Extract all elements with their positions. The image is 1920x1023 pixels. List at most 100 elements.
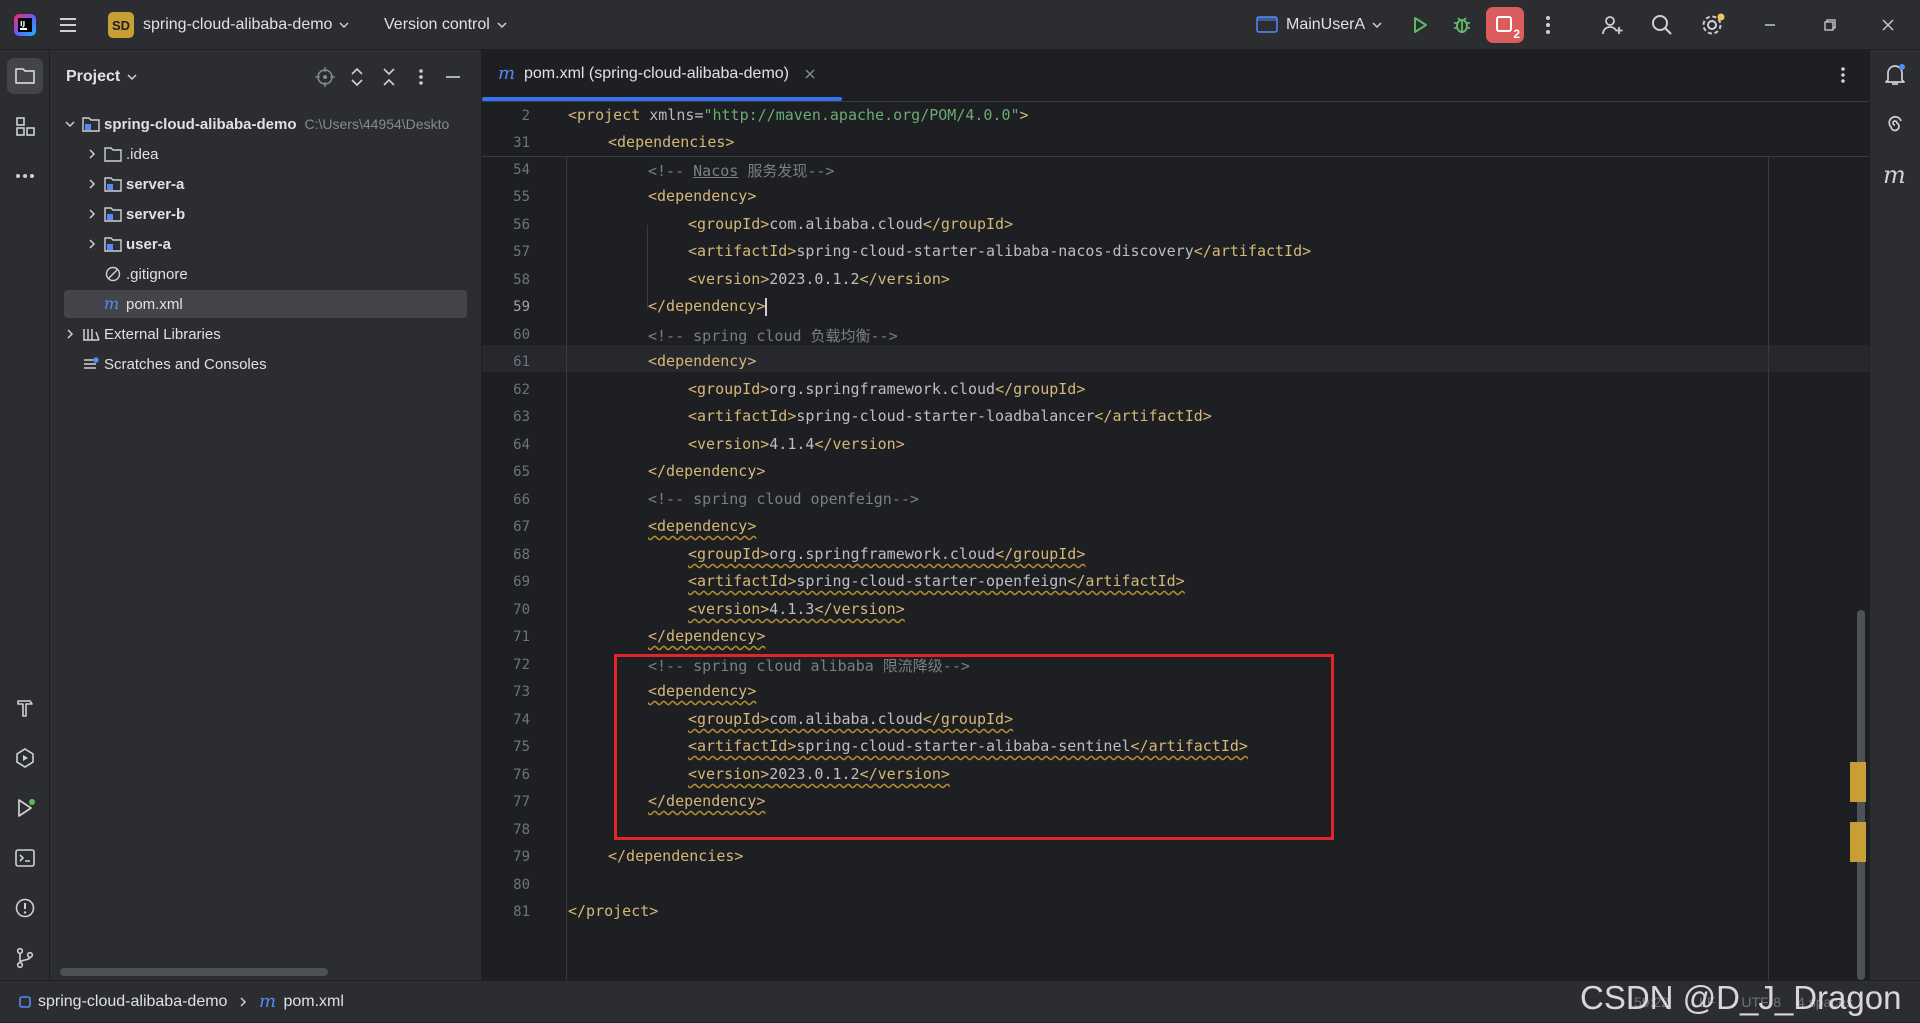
- collapse-all-button[interactable]: [378, 66, 400, 88]
- bug-icon: [1454, 17, 1470, 33]
- editor-area: m pom.xml (spring-cloud-alibaba-demo) 2 3…: [482, 50, 1869, 980]
- panel-options-button[interactable]: [410, 66, 432, 88]
- warning-marker[interactable]: [1850, 762, 1866, 802]
- version-control-menu[interactable]: Version control: [384, 0, 508, 50]
- expand-all-icon: [351, 67, 363, 87]
- tree-item-idea[interactable]: .idea: [64, 140, 467, 168]
- project-view-selector[interactable]: Project: [66, 50, 138, 104]
- run-button[interactable]: [1402, 0, 1438, 50]
- line-number: 67: [513, 519, 530, 535]
- more-tools-button[interactable]: [7, 158, 43, 194]
- run-config-selector[interactable]: MainUserA: [1256, 0, 1383, 50]
- code-line-65: </dependency>: [648, 462, 766, 480]
- hammer-icon: [17, 700, 33, 717]
- services-tool-button[interactable]: [7, 740, 43, 776]
- tab-pom-xml[interactable]: m pom.xml (spring-cloud-alibaba-demo): [482, 50, 842, 101]
- git-tool-button[interactable]: [7, 940, 43, 976]
- chevron-right-icon: [89, 239, 96, 249]
- line-number: 2: [521, 108, 530, 124]
- tree-item-server-b[interactable]: server-b: [64, 200, 467, 228]
- project-panel: Project spring-cloud-alibaba-demo C:\Use…: [50, 50, 482, 980]
- tab-options-button[interactable]: [1833, 64, 1853, 86]
- horizontal-scrollbar[interactable]: [60, 968, 328, 976]
- line-number: 61: [513, 354, 530, 370]
- run-tool-button[interactable]: [7, 790, 43, 826]
- line-number: 62: [513, 382, 530, 398]
- line-number: 74: [513, 712, 530, 728]
- watermark: CSDN @D_J_Dragon: [1580, 979, 1902, 1016]
- line-number: 58: [513, 272, 530, 288]
- services-button[interactable]: 2: [1486, 0, 1524, 50]
- line-number: 65: [513, 464, 530, 480]
- module-folder-icon: [104, 237, 122, 252]
- chevron-right-icon: [240, 997, 247, 1007]
- structure-tool-button[interactable]: [7, 108, 43, 144]
- line-number: 71: [513, 629, 530, 645]
- line-number: 72: [513, 657, 530, 673]
- tree-item-server-a[interactable]: server-a: [64, 170, 467, 198]
- ai-assistant-button[interactable]: [1882, 112, 1908, 138]
- application-icon: [1256, 16, 1278, 33]
- debug-button[interactable]: [1444, 0, 1480, 50]
- bell-icon: [1885, 64, 1905, 85]
- title-bar: IJ SD spring-cloud-alibaba-demo Version …: [0, 0, 1920, 50]
- expand-all-button[interactable]: [346, 66, 368, 88]
- tree-item-user-a[interactable]: user-a: [64, 230, 467, 258]
- breadcrumb-project[interactable]: spring-cloud-alibaba-demo: [38, 993, 227, 1011]
- code-line-69: <artifactId>spring-cloud-starter-openfei…: [688, 572, 1185, 590]
- line-number: 77: [513, 794, 530, 810]
- play-icon: [1414, 17, 1427, 33]
- code-line-62: <groupId>org.springframework.cloud</grou…: [688, 380, 1086, 398]
- code-with-me-button[interactable]: [1600, 0, 1624, 50]
- maven-tool-button[interactable]: m: [1882, 162, 1908, 188]
- tree-item-label: pom.xml: [126, 295, 183, 313]
- main-menu-button[interactable]: [56, 0, 80, 50]
- gear-icon: [1702, 13, 1725, 35]
- tree-root-project[interactable]: spring-cloud-alibaba-demo C:\Users\44954…: [64, 110, 467, 138]
- svg-text:m: m: [259, 993, 276, 1011]
- text-caret: [765, 297, 768, 316]
- line-number: 57: [513, 244, 530, 260]
- problems-tool-button[interactable]: [7, 890, 43, 926]
- minimize-window-button[interactable]: [1762, 0, 1778, 50]
- project-tool-button[interactable]: [7, 58, 43, 94]
- close-window-button[interactable]: [1880, 0, 1896, 50]
- folder-icon: [15, 68, 35, 84]
- restore-window-button[interactable]: [1822, 0, 1838, 50]
- locate-file-button[interactable]: [314, 66, 336, 88]
- line-number: 54: [513, 162, 530, 178]
- chevron-right-icon: [89, 179, 96, 189]
- ide-logo-icon[interactable]: IJ: [12, 0, 38, 50]
- search-button[interactable]: [1650, 0, 1674, 50]
- maven-icon: m: [498, 65, 515, 83]
- tree-item-scratches[interactable]: Scratches and Consoles: [64, 350, 467, 378]
- close-tab-icon[interactable]: [803, 67, 817, 81]
- maven-icon: m: [104, 296, 119, 312]
- spiral-icon: [1888, 115, 1902, 132]
- tree-item-gitignore[interactable]: .gitignore: [64, 260, 467, 288]
- project-switcher[interactable]: SD spring-cloud-alibaba-demo: [108, 0, 350, 50]
- settings-button[interactable]: [1700, 0, 1726, 50]
- restore-icon: [1824, 19, 1836, 31]
- code-line-81: </project>: [568, 902, 659, 920]
- code-line-60: <!-- spring cloud 负载均衡-->: [648, 327, 898, 345]
- notifications-button[interactable]: [1882, 62, 1908, 88]
- more-actions-button[interactable]: [1538, 0, 1558, 50]
- chevron-down-icon: [339, 22, 349, 29]
- tree-item-pom-xml[interactable]: m pom.xml: [64, 290, 467, 318]
- breadcrumb-file[interactable]: pom.xml: [283, 993, 343, 1011]
- build-tool-button[interactable]: [7, 690, 43, 726]
- run-tool-icon: [18, 799, 35, 817]
- hide-panel-button[interactable]: [442, 66, 464, 88]
- terminal-tool-button[interactable]: [7, 840, 43, 876]
- code-line-2: <project xmlns="http://maven.apache.org/…: [568, 106, 1029, 124]
- highlight-annotation-box: [614, 654, 1334, 840]
- tree-item-external-libraries[interactable]: External Libraries: [64, 320, 467, 348]
- left-tool-strip: [0, 50, 50, 980]
- line-number: 75: [513, 739, 530, 755]
- chevron-right-icon: [89, 209, 96, 219]
- tree-item-label: External Libraries: [104, 325, 221, 343]
- structure-icon: [16, 117, 35, 136]
- search-icon: [1652, 15, 1672, 35]
- warning-marker[interactable]: [1850, 822, 1866, 862]
